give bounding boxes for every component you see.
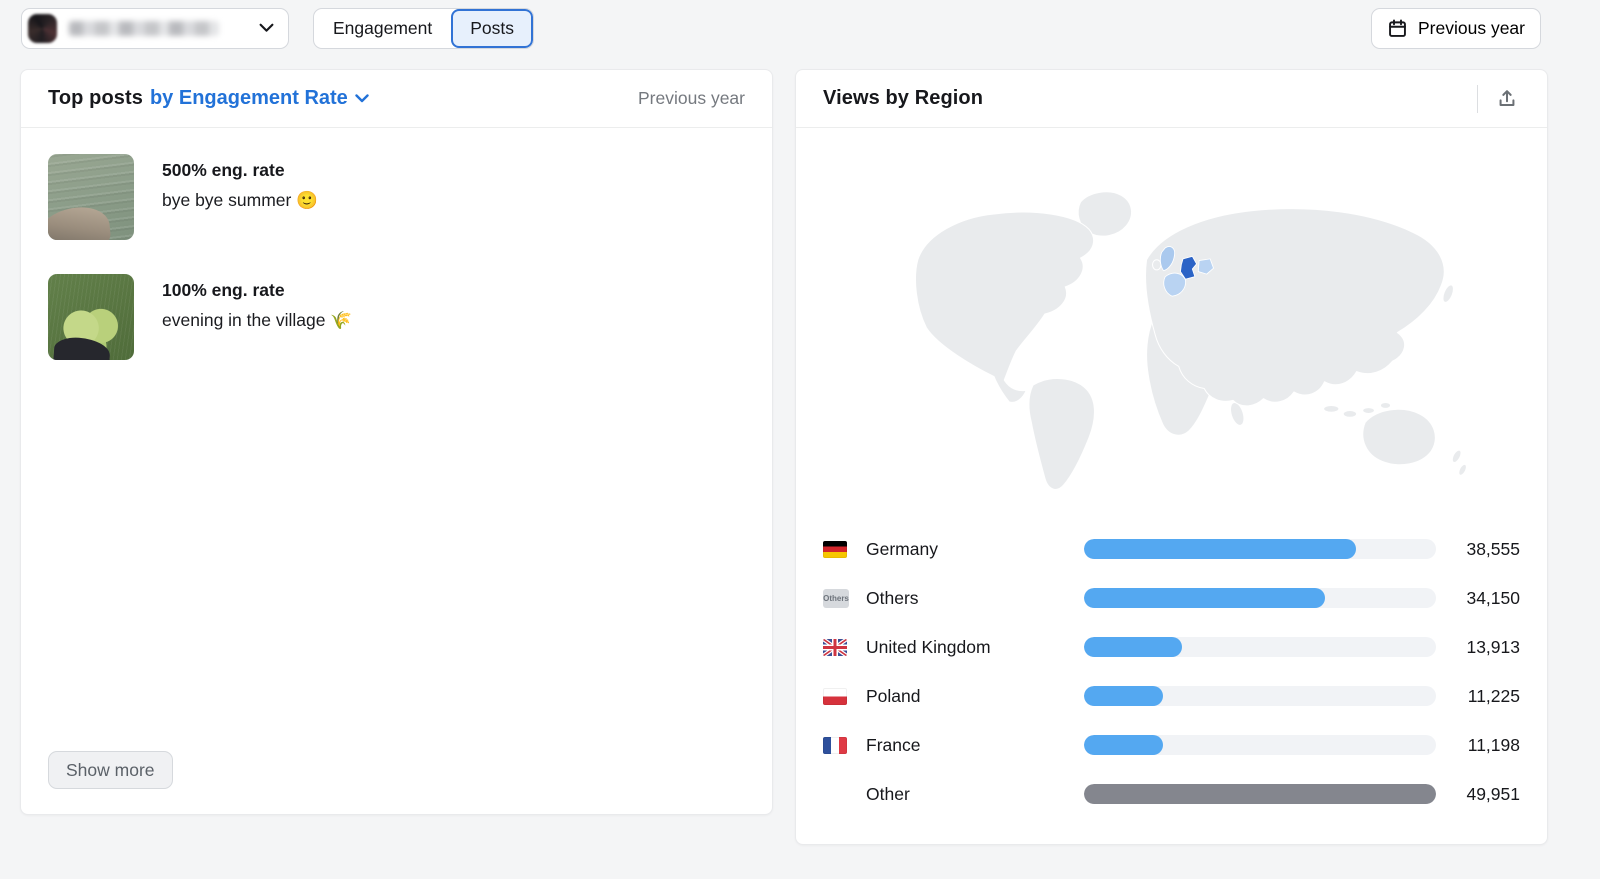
others-flag-icon: Others <box>823 588 849 608</box>
region-value: 38,555 <box>1466 538 1520 559</box>
region-label: Germany <box>866 538 938 559</box>
chevron-down-icon <box>355 94 369 103</box>
tab-engagement[interactable]: Engagement <box>314 9 451 48</box>
post-caption: bye bye summer 🙂 <box>162 190 319 210</box>
united-kingdom-flag-icon <box>823 638 847 656</box>
post-item[interactable]: 100% eng. rate evening in the village 🌾 <box>48 274 745 360</box>
top-posts-header: Top posts by Engagement Rate Previous ye… <box>21 70 772 128</box>
chevron-down-icon <box>259 20 274 38</box>
region-label: United Kingdom <box>866 636 991 657</box>
region-label: Other <box>866 783 910 804</box>
region-value: 49,951 <box>1466 783 1520 804</box>
region-bar <box>1084 588 1436 608</box>
tab-posts[interactable]: Posts <box>451 9 534 48</box>
export-icon <box>1496 88 1518 110</box>
region-bar <box>1084 539 1436 559</box>
calendar-icon <box>1387 18 1408 39</box>
account-avatar <box>28 14 57 43</box>
sort-by-label: by Engagement Rate <box>149 87 348 109</box>
top-posts-panel: Top posts by Engagement Rate Previous ye… <box>20 69 773 815</box>
post-thumbnail[interactable] <box>48 274 134 360</box>
view-toggle: Engagement Posts <box>313 8 535 49</box>
region-breakdown: Germany 38,555 Others Others 34,150 Unit… <box>796 535 1547 829</box>
previous-year-label: Previous year <box>1418 18 1525 38</box>
top-posts-title: Top posts <box>48 87 143 109</box>
region-bar <box>1084 686 1436 706</box>
views-by-region-header: Views by Region <box>796 70 1547 128</box>
export-button[interactable] <box>1494 86 1520 112</box>
region-bar <box>1084 735 1436 755</box>
views-by-region-title: Views by Region <box>823 87 984 109</box>
region-value: 11,225 <box>1467 685 1520 706</box>
region-row: Others Others 34,150 <box>823 584 1520 612</box>
sort-by-selector[interactable]: by Engagement Rate <box>150 87 369 110</box>
world-map <box>867 158 1477 497</box>
views-by-region-panel: Views by Region Germany 38,555 Others Ot… <box>795 69 1548 845</box>
posts-list: 500% eng. rate bye bye summer 🙂 100% eng… <box>21 128 772 360</box>
account-selector[interactable] <box>21 8 289 49</box>
region-value: 34,150 <box>1466 587 1520 608</box>
show-more-button[interactable]: Show more <box>48 751 173 789</box>
region-value: 13,913 <box>1466 636 1520 657</box>
post-thumbnail[interactable] <box>48 154 134 240</box>
post-engagement-rate: 100% eng. rate <box>162 280 285 300</box>
post-engagement-rate: 500% eng. rate <box>162 160 285 180</box>
post-caption: evening in the village 🌾 <box>162 310 353 330</box>
region-row: Poland 11,225 <box>823 682 1520 710</box>
region-bar <box>1084 637 1436 657</box>
france-flag-icon <box>823 736 847 754</box>
region-row: France 11,198 <box>823 731 1520 759</box>
region-row: United Kingdom 13,913 <box>823 633 1520 661</box>
region-label: France <box>866 734 921 755</box>
region-row: Germany 38,555 <box>823 535 1520 563</box>
region-label: Others <box>866 587 919 608</box>
region-label: Poland <box>866 685 921 706</box>
header-divider <box>1477 84 1478 113</box>
account-name-redacted <box>69 21 219 36</box>
region-bar <box>1084 784 1436 804</box>
post-item[interactable]: 500% eng. rate bye bye summer 🙂 <box>48 154 745 240</box>
region-row: Other 49,951 <box>823 780 1520 808</box>
germany-flag-icon <box>823 540 847 558</box>
previous-year-button[interactable]: Previous year <box>1371 8 1541 49</box>
poland-flag-icon <box>823 687 847 705</box>
top-posts-period-label: Previous year <box>638 88 745 108</box>
region-value: 11,198 <box>1467 734 1520 755</box>
